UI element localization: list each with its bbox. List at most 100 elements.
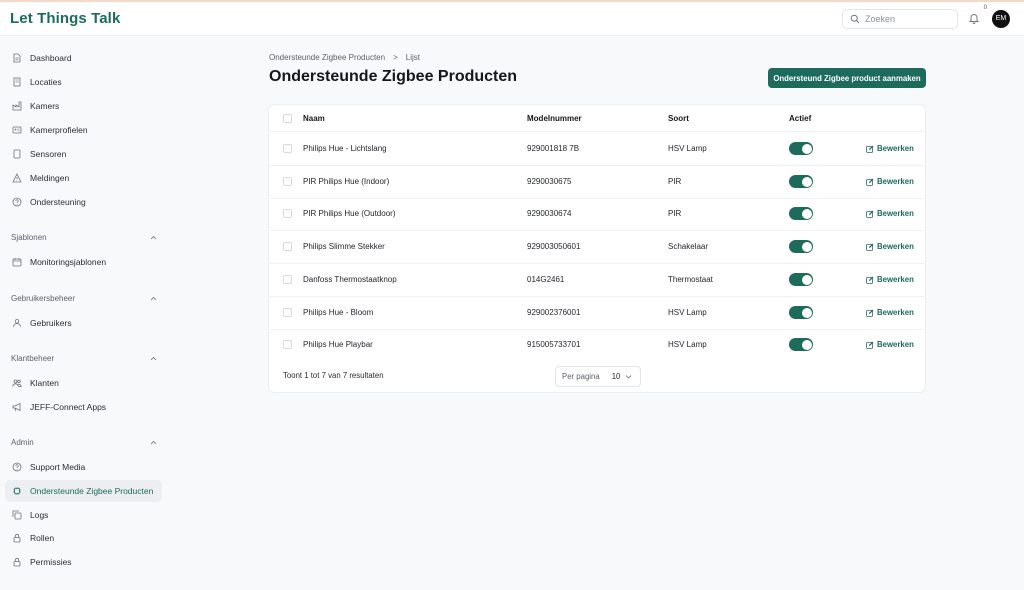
active-toggle[interactable] — [789, 142, 813, 155]
breadcrumb-parent-link[interactable]: Ondersteunde Zigbee Producten — [269, 53, 385, 62]
per-page-select[interactable]: Per pagina 10 — [555, 366, 641, 387]
chevron-up-icon — [150, 440, 157, 445]
copy-icon — [12, 510, 22, 520]
sidebar-item-support-media[interactable]: Support Media — [5, 456, 162, 478]
id-card-icon — [12, 126, 22, 134]
edit-label: Bewerken — [877, 275, 914, 284]
product-type: PIR — [668, 209, 682, 218]
edit-label: Bewerken — [877, 308, 914, 317]
product-name: Philips Hue - Lichtslang — [303, 144, 387, 153]
table-row: Danfoss Thermostaatknop 014G2461 Thermosta… — [269, 263, 925, 296]
sidebar-item-dashboard[interactable]: Dashboard — [5, 47, 162, 69]
edit-button[interactable]: Bewerken — [866, 275, 914, 284]
search-box[interactable] — [842, 8, 958, 29]
product-model-number: 915005733701 — [527, 340, 581, 349]
sidebar-item-label: Permissies — [30, 557, 72, 567]
chevron-down-icon — [626, 375, 632, 379]
notification-count: 0 — [983, 4, 987, 11]
product-name: PIR Philips Hue (Indoor) — [303, 177, 390, 186]
active-toggle[interactable] — [789, 273, 813, 286]
active-toggle[interactable] — [789, 338, 813, 351]
sidebar-item-klanten[interactable]: Klanten — [5, 372, 162, 394]
edit-icon — [866, 341, 874, 349]
table-row: Philips Hue Playbar 915005733701 HSV Lamp B… — [269, 328, 925, 361]
product-name: Philips Hue - Bloom — [303, 308, 374, 317]
edit-icon — [866, 145, 874, 153]
help-circle-icon — [12, 462, 22, 472]
row-checkbox[interactable] — [283, 340, 292, 349]
edit-label: Bewerken — [877, 242, 914, 251]
per-page-value[interactable]: 10 — [606, 372, 633, 381]
page-title: Ondersteunde Zigbee Producten — [269, 68, 518, 85]
sidebar-item-kamerprofielen[interactable]: Kamerprofielen — [5, 119, 162, 141]
row-checkbox[interactable] — [283, 308, 292, 317]
row-checkbox[interactable] — [283, 144, 292, 153]
row-checkbox[interactable] — [283, 177, 292, 186]
sidebar-item-kamers[interactable]: Kamers — [5, 95, 162, 117]
sidebar-item-ondersteuning[interactable]: Ondersteuning — [5, 191, 162, 213]
column-header-type[interactable]: Soort — [668, 114, 689, 123]
edit-button[interactable]: Bewerken — [866, 144, 914, 153]
sidebar-item-gebruikers[interactable]: Gebruikers — [5, 312, 162, 334]
column-header-model[interactable]: Modelnummer — [527, 114, 582, 123]
sidebar-item-meldingen[interactable]: Meldingen — [5, 167, 162, 189]
sidebar-item-label: Sensoren — [30, 149, 67, 159]
avatar[interactable]: EM — [992, 9, 1010, 28]
product-model-number: 9290030674 — [527, 209, 572, 218]
section-sjablonen[interactable]: Sjablonen — [11, 233, 157, 242]
sidebar-item-monitoringsjablonen[interactable]: Monitoringsjablonen — [5, 251, 162, 273]
sidebar: Dashboard Locaties Kamers Kamerprofielen… — [0, 36, 168, 590]
edit-label: Bewerken — [877, 209, 914, 218]
product-type: HSV Lamp — [668, 340, 707, 349]
results-summary: Toont 1 tot 7 van 7 resultaten — [283, 371, 384, 380]
table-row: Philips Hue - Lichtslang 929001818 7B HSV … — [269, 132, 925, 165]
product-model-number: 929003050601 — [527, 242, 581, 251]
edit-button[interactable]: Bewerken — [866, 308, 914, 317]
row-checkbox[interactable] — [283, 209, 292, 218]
column-header-name[interactable]: Naam — [303, 114, 325, 123]
edit-button[interactable]: Bewerken — [866, 340, 914, 349]
active-toggle[interactable] — [789, 306, 813, 319]
active-toggle[interactable] — [789, 207, 813, 220]
product-name: Philips Hue Playbar — [303, 340, 373, 349]
product-type: HSV Lamp — [668, 144, 707, 153]
sidebar-item-label: Dashboard — [30, 53, 72, 63]
product-model-number: 014G2461 — [527, 275, 565, 284]
sidebar-item-permissies[interactable]: Permissies — [5, 551, 162, 573]
row-checkbox[interactable] — [283, 242, 292, 251]
edit-button[interactable]: Bewerken — [866, 242, 914, 251]
sidebar-item-sensoren[interactable]: Sensoren — [5, 143, 162, 165]
breadcrumb: Ondersteunde Zigbee Producten > Lijst — [269, 53, 420, 62]
select-all-checkbox[interactable] — [283, 113, 292, 123]
edit-label: Bewerken — [877, 340, 914, 349]
edit-button[interactable]: Bewerken — [866, 209, 914, 218]
active-toggle[interactable] — [789, 175, 813, 188]
edit-icon — [866, 178, 874, 186]
edit-icon — [866, 276, 874, 284]
sidebar-item-rollen[interactable]: Rollen — [5, 527, 162, 549]
section-klantbeheer[interactable]: Klantbeheer — [11, 354, 157, 363]
notifications-button[interactable]: 0 — [968, 5, 987, 26]
sidebar-item-locaties[interactable]: Locaties — [5, 71, 162, 93]
sidebar-item-logs[interactable]: Logs — [5, 504, 162, 526]
document-icon — [13, 53, 21, 63]
product-model-number: 929001818 7B — [527, 144, 580, 153]
table-header-row: Naam Modelnummer Soort Actief — [269, 105, 925, 131]
create-zigbee-product-button[interactable]: Ondersteund Zigbee product aanmaken — [768, 68, 926, 88]
per-page-value-text: 10 — [611, 372, 621, 381]
sidebar-item-ondersteunde-zigbee-producten[interactable]: Ondersteunde Zigbee Producten — [5, 480, 162, 502]
row-checkbox[interactable] — [283, 275, 292, 284]
section-admin[interactable]: Admin — [11, 438, 157, 447]
section-gebruikersbeheer[interactable]: Gebruikersbeheer — [11, 294, 157, 303]
app-logo[interactable]: Let Things Talk — [10, 10, 120, 27]
sidebar-item-jeff-connect-apps[interactable]: JEFF-Connect Apps — [5, 396, 162, 418]
product-name: PIR Philips Hue (Outdoor) — [303, 209, 396, 218]
product-type: Thermostaat — [668, 275, 713, 284]
active-toggle[interactable] — [789, 240, 813, 253]
edit-button[interactable]: Bewerken — [866, 177, 914, 186]
lock-icon — [13, 557, 21, 567]
sidebar-item-label: JEFF-Connect Apps — [30, 402, 107, 412]
search-input[interactable] — [865, 13, 945, 24]
sidebar-item-label: Support Media — [30, 462, 86, 472]
edit-icon — [866, 243, 874, 251]
